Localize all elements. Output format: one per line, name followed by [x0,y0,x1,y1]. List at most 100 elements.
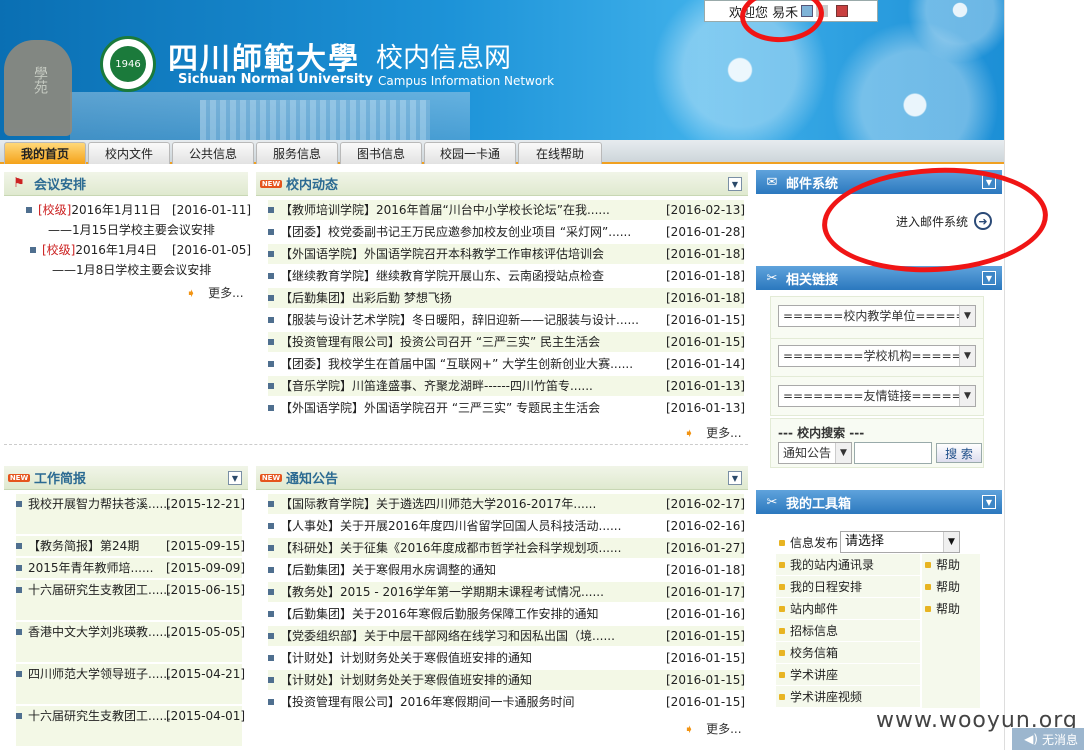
bullet-icon [779,584,785,590]
bullet-icon [16,565,22,571]
tab-library-info[interactable]: 图书信息 [340,142,422,164]
teaching-units-select[interactable]: ======校内教学单位====== ▼ [778,305,976,327]
links-header: ✂ 相关链接 ▼ [756,266,1002,290]
news-link[interactable]: 【音乐学院】川笛逢盛事、齐聚龙湖畔------四川竹笛专...... [280,379,593,393]
toolbox-title: 我的工具箱 [786,496,852,512]
meeting-subtitle[interactable]: ——1月15日学校主要会议安排 [48,220,248,240]
notice-link[interactable]: 【科研处】关于征集《2016年度成都市哲学社会科学规划项...... [280,541,621,555]
bullet-icon [268,229,274,235]
tab-public-info[interactable]: 公共信息 [172,142,254,164]
brief-link[interactable]: 十六届研究生支教团工...... [28,709,171,723]
school-org-select[interactable]: ========学校机构======== ▼ [778,345,976,367]
notices-more-link[interactable]: ➧ 更多... [684,720,742,737]
search-title: --- 校内搜索 --- [778,426,865,440]
help-link[interactable]: 帮助 [922,576,980,598]
news-link[interactable]: 【继续教育学院】继续教育学院开展山东、云南函授站点检查 [280,269,604,283]
help-link[interactable]: 帮助 [922,598,980,620]
tab-service-info[interactable]: 服务信息 [256,142,338,164]
tool-label: 我的站内通讯录 [790,558,875,572]
bullet-icon [16,713,22,719]
news-link[interactable]: 【服装与设计艺术学院】冬日暖阳，辞旧迎新——记服装与设计...... [280,313,639,327]
help-cell [922,642,980,664]
news-header: NEW 校内动态 ▼ [256,172,748,196]
tools-icon: ✂ [766,494,778,510]
logout-icon[interactable] [836,5,849,17]
help-cell [922,686,980,708]
tool-item[interactable]: 站内邮件 [776,598,920,620]
news-link[interactable]: 【后勤集团】出彩后勤 梦想飞扬 [280,291,452,305]
collapse-icon[interactable]: ▼ [982,271,996,285]
notice-link[interactable]: 【后勤集团】关于2016年寒假后勤服务保障工作安排的通知 [280,607,599,621]
brief-date: [2015-06-15] [166,583,246,597]
tool-item[interactable]: 校务信箱 [776,642,920,664]
tab-campus-card[interactable]: 校园一卡通 [424,142,516,164]
arrow-icon: ➧ [684,722,695,736]
notice-date: [2016-01-18] [666,563,746,577]
news-link[interactable]: 【外国语学院】外国语学院召开本科教学工作审核评估培训会 [280,247,604,261]
notice-link[interactable]: 【计财处】计划财务处关于寒假值班安排的通知 [280,651,532,665]
brief-link[interactable]: 2015年青年教师培...... [28,561,153,575]
arrow-icon: ➧ [186,286,197,300]
news-date: [2016-01-15] [666,335,746,349]
tool-item[interactable]: 招标信息 [776,620,920,642]
bullet-icon [268,207,274,213]
notice-link[interactable]: 【党委组织部】关于中层干部网络在线学习和因私出国（境...... [280,629,615,643]
search-input[interactable] [854,442,932,464]
meeting-subtitle[interactable]: ——1月8日学校主要会议安排 [52,260,248,280]
bullet-icon [268,317,274,323]
collapse-icon[interactable]: ▼ [728,177,742,191]
friend-links-select[interactable]: ========友情链接======== ▼ [778,385,976,407]
notice-date: [2016-01-27] [666,541,746,555]
tool-item[interactable]: 学术讲座视频 [776,686,920,708]
meetings-more-link[interactable]: ➧ 更多... [186,284,244,301]
news-link[interactable]: 【投资管理有限公司】投资公司召开 “三严三实” 民主生活会 [280,335,600,349]
university-name-en: Sichuan Normal University [178,72,373,87]
notice-link[interactable]: 【国际教育学院】关于遴选四川师范大学2016-2017年...... [280,497,596,511]
notice-link[interactable]: 【计财处】计划财务处关于寒假值班安排的通知 [280,673,532,687]
arrow-icon: ➧ [684,426,695,440]
brief-link[interactable]: 香港中文大学刘兆瑛教...... [28,625,171,639]
brief-link[interactable]: 【教务简报】第24期 [28,539,139,553]
tab-home[interactable]: 我的首页 [4,142,86,164]
brief-link[interactable]: 十六届研究生支教团工...... [28,583,171,597]
no-message-indicator[interactable]: ◀) 无消息 [1012,728,1084,750]
collapse-icon[interactable]: ▼ [728,471,742,485]
new-badge-icon: NEW [259,473,283,482]
notice-date: [2016-02-16] [666,519,746,533]
search-scope-select[interactable]: 通知公告 ▼ [778,442,852,464]
news-link[interactable]: 【团委】我校学生在首届中国 “互联网+” 大学生创新创业大赛...... [280,357,633,371]
notice-link[interactable]: 【人事处】关于开展2016年度四川省留学回国人员科技活动...... [280,519,621,533]
news-date: [2016-01-18] [666,291,746,305]
tab-campus-files[interactable]: 校内文件 [88,142,170,164]
news-link[interactable]: 【团委】校党委副书记王万民应邀参加校友创业项目 “采灯网”...... [280,225,631,239]
notice-date: [2016-01-15] [666,673,746,687]
tool-label: 学术讲座 [790,668,839,682]
news-date: [2016-01-18] [666,269,746,283]
campus-stone-image: 學苑 [4,40,72,136]
tool-label: 招标信息 [790,624,839,638]
bullet-icon [925,606,931,612]
help-link[interactable]: 帮助 [922,554,980,576]
notice-link[interactable]: 【投资管理有限公司】2016年寒假期间一卡通服务时间 [280,695,575,709]
tool-item[interactable]: 学术讲座 [776,664,920,686]
site-title-en: Campus Information Network [378,74,555,88]
meeting-date: [2016-01-11] [172,203,252,217]
chevron-down-icon: ▼ [835,443,851,463]
meetings-header: ⚑ 会议安排 [4,172,248,196]
tool-label: 我的日程安排 [790,580,863,594]
tool-item[interactable]: 我的日程安排 [776,576,920,598]
collapse-icon[interactable]: ▼ [228,471,242,485]
brief-date: [2015-09-15] [166,539,246,553]
notice-link[interactable]: 【后勤集团】关于寒假用水房调整的通知 [280,563,496,577]
collapse-icon[interactable]: ▼ [982,495,996,509]
tool-item[interactable]: 我的站内通讯录 [776,554,920,576]
brief-link[interactable]: 四川师范大学领导班子...... [28,667,171,681]
news-link[interactable]: 【外国语学院】外国语学院召开 “三严三实” 专题民主生活会 [280,401,600,415]
news-link[interactable]: 【教师培训学院】2016年首届“川台中小学校长论坛”在我...... [280,203,610,217]
notice-link[interactable]: 【教务处】2015 - 2016学年第一学期期末课程考试情况...... [280,585,604,599]
search-button[interactable]: 搜 索 [936,443,982,463]
publish-select[interactable]: 请选择 ▼ [840,531,960,553]
brief-link[interactable]: 我校开展智力帮扶苍溪...... [28,497,171,511]
tab-online-help[interactable]: 在线帮助 [518,142,602,164]
news-more-link[interactable]: ➧ 更多... [684,424,742,441]
